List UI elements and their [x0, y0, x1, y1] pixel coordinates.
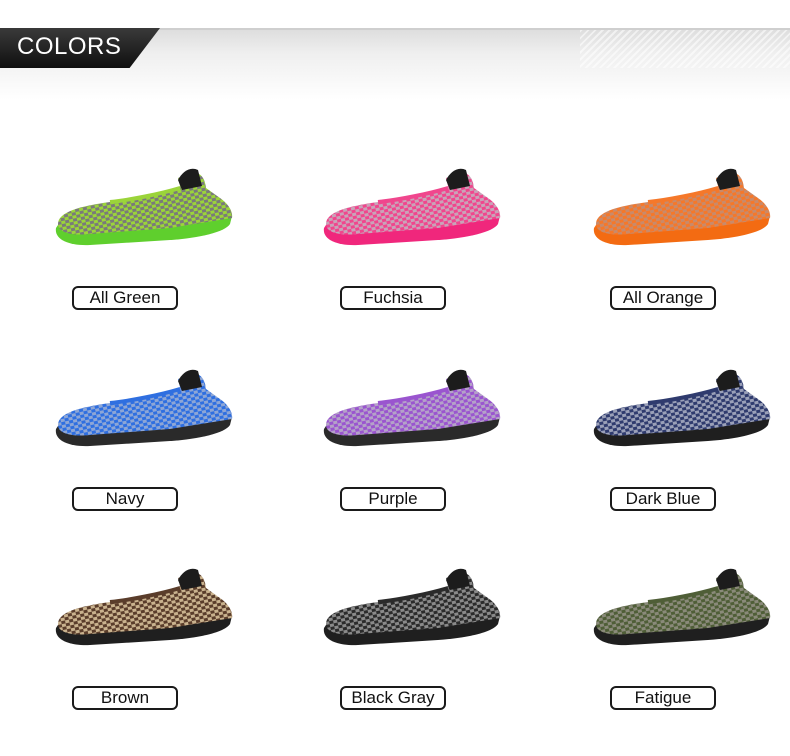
- color-option[interactable]: Navy: [50, 351, 250, 511]
- shoe-image: [323, 168, 501, 246]
- shoe-image: [55, 568, 233, 646]
- color-option[interactable]: Fatigue: [588, 550, 788, 710]
- color-label: Navy: [72, 487, 178, 511]
- color-option[interactable]: Fuchsia: [318, 150, 518, 310]
- color-option[interactable]: Brown: [50, 550, 250, 710]
- section-title: COLORS: [17, 33, 122, 60]
- shoe-image: [323, 369, 501, 447]
- shoe-image: [323, 568, 501, 646]
- color-label: Black Gray: [340, 686, 446, 710]
- color-label: Dark Blue: [610, 487, 716, 511]
- color-label: Fuchsia: [340, 286, 446, 310]
- color-label: Brown: [72, 686, 178, 710]
- shoe-image: [593, 568, 771, 646]
- color-option[interactable]: All Orange: [588, 150, 788, 310]
- color-label: All Green: [72, 286, 178, 310]
- color-label: Fatigue: [610, 686, 716, 710]
- color-option[interactable]: All Green: [50, 150, 250, 310]
- color-option[interactable]: Dark Blue: [588, 351, 788, 511]
- shoe-image: [55, 369, 233, 447]
- shoe-image: [593, 369, 771, 447]
- color-option[interactable]: Purple: [318, 351, 518, 511]
- header-stripes: [580, 30, 790, 68]
- color-option[interactable]: Black Gray: [318, 550, 518, 710]
- color-label: Purple: [340, 487, 446, 511]
- shoe-image: [593, 168, 771, 246]
- shoe-image: [55, 168, 233, 246]
- color-label: All Orange: [610, 286, 716, 310]
